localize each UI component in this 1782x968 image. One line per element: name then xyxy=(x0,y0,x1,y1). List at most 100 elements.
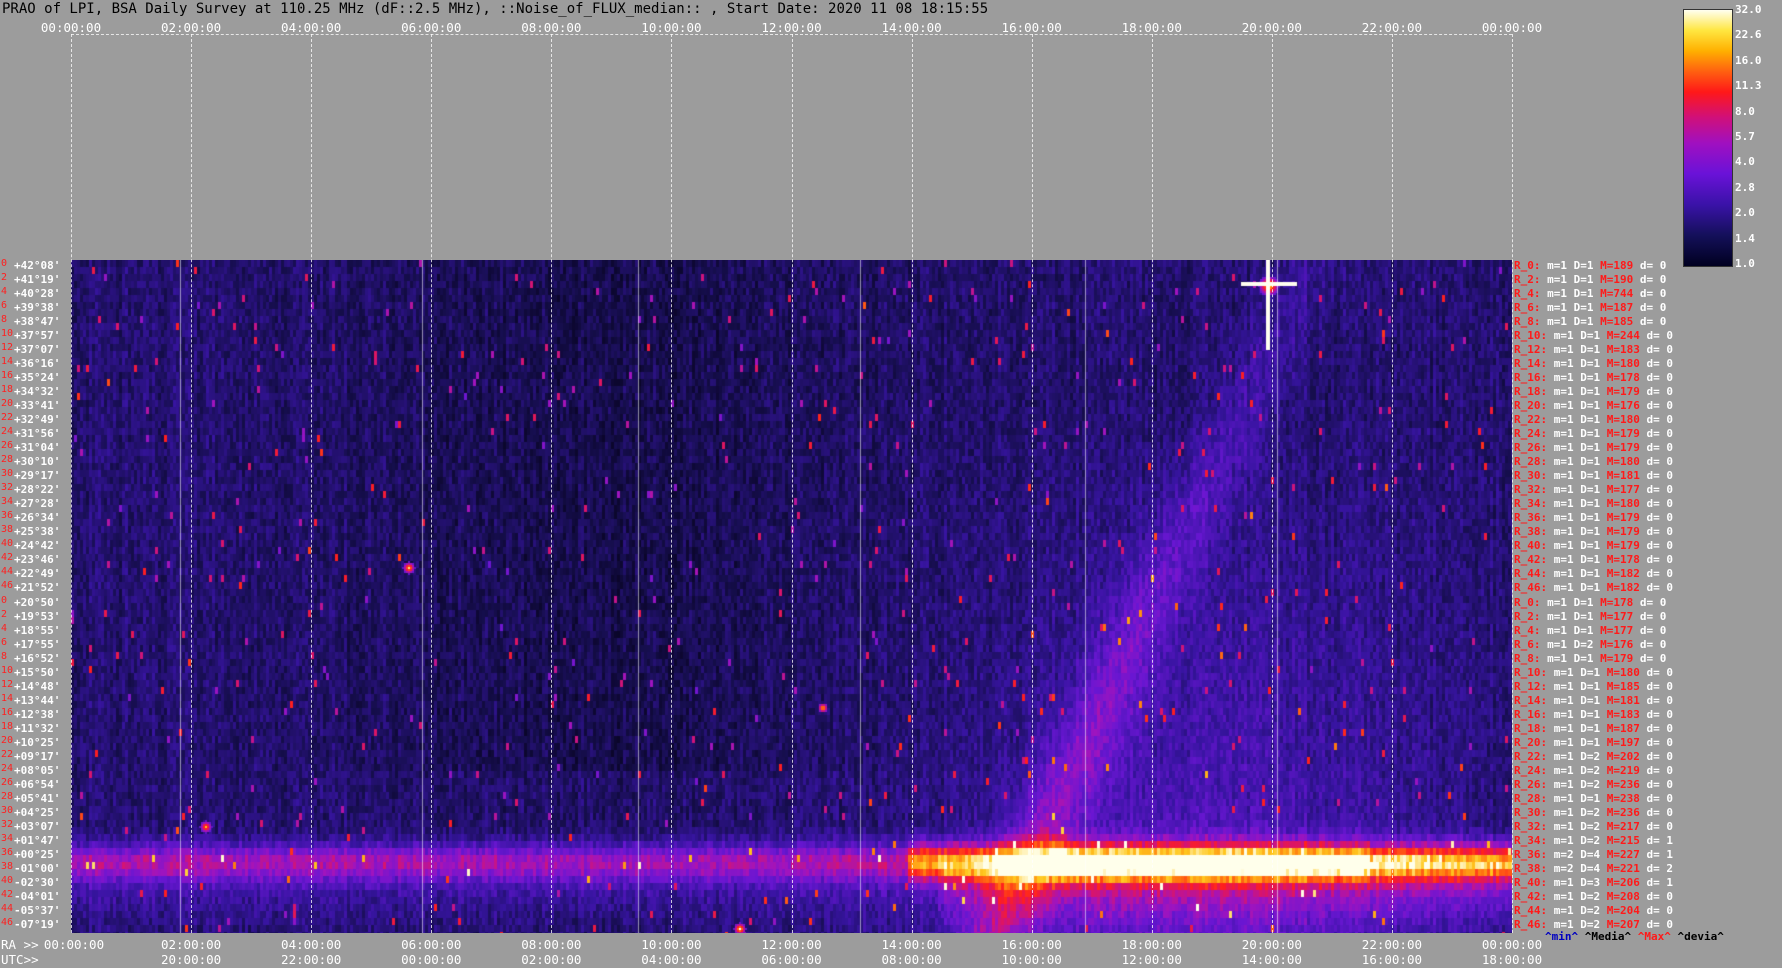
declination-label: +23°46' xyxy=(14,553,61,567)
row-stat-d: d= 0 xyxy=(1646,441,1674,455)
row-stat-d: d= 0 xyxy=(1646,679,1674,693)
row-stat-r: R_34: xyxy=(1514,497,1554,511)
row-stat-m: m=1 xyxy=(1547,637,1574,651)
row-stat-r: R_8: xyxy=(1514,651,1548,665)
row-stat-d: D=1 xyxy=(1580,665,1607,679)
color-scale-tick: 4.0 xyxy=(1735,155,1755,169)
beam-row-number: 0 xyxy=(1,258,8,269)
row-stat-m: M=215 xyxy=(1606,833,1647,847)
row-stat-d: D=1 xyxy=(1580,357,1607,371)
row-stat-d: d= 0 xyxy=(1646,539,1674,553)
row-stat-d: d= 0 xyxy=(1639,609,1667,623)
beam-row-number: 44 xyxy=(1,566,14,578)
row-stat-d: d= 0 xyxy=(1646,413,1674,427)
row-stat-line: R_16: m=1 D=1 M=183 d= 0 xyxy=(1514,709,1673,720)
top-axis-tick: 02:00:00 xyxy=(160,20,222,35)
row-stat-m: m=1 xyxy=(1553,903,1581,917)
beam-row-number: 2 xyxy=(1,608,8,620)
row-stat-line: R_34: m=1 D=1 M=180 d= 0 xyxy=(1514,498,1673,509)
ra-axis-tick: 00:00:00 xyxy=(1481,937,1543,952)
row-stat-r: R_20: xyxy=(1514,399,1554,413)
time-grid-line xyxy=(1271,34,1273,933)
declination-label: +26°34' xyxy=(14,511,61,525)
row-stat-r: R_12: xyxy=(1514,343,1554,357)
row-stat-d: d= 0 xyxy=(1646,553,1674,567)
row-stat-m: m=1 xyxy=(1553,469,1581,483)
beam-row-number: 0 xyxy=(1,594,8,606)
ra-axis-tick: 22:00:00 xyxy=(1361,937,1423,952)
row-stat-m: M=180 xyxy=(1606,497,1647,511)
row-stat-r: R_18: xyxy=(1514,721,1554,735)
beam-row-number: 4 xyxy=(1,622,8,634)
row-stat-d: D=2 xyxy=(1580,889,1607,903)
row-stat-r: R_28: xyxy=(1514,791,1554,805)
row-stat-d: D=1 xyxy=(1573,651,1601,665)
row-stat-m: m=1 xyxy=(1553,833,1581,847)
row-stat-d: D=1 xyxy=(1580,455,1607,469)
color-scale-tick: 2.8 xyxy=(1735,180,1755,194)
row-stat-line: R_6: m=1 D=1 M=187 d= 0 xyxy=(1514,302,1666,313)
row-stat-d: d= 0 xyxy=(1646,889,1674,903)
beam-row-number: 24 xyxy=(1,426,14,438)
row-stat-r: R_34: xyxy=(1514,833,1554,847)
row-stat-m: m=1 xyxy=(1553,763,1581,777)
row-stat-line: R_22: m=1 D=1 M=180 d= 0 xyxy=(1514,414,1673,425)
row-stat-d: D=1 xyxy=(1580,329,1607,343)
row-stat-line: R_42: m=1 D=2 M=208 d= 0 xyxy=(1514,891,1673,902)
upper-area-top-border xyxy=(71,34,1512,35)
row-stat-r: R_2: xyxy=(1514,273,1548,287)
ra-axis-tick: 12:00:00 xyxy=(761,937,822,952)
declination-label: +03°07' xyxy=(14,819,61,833)
row-stat-d: d= 0 xyxy=(1646,665,1674,679)
row-stat-m: m=1 xyxy=(1553,553,1581,567)
ra-axis-tick: 20:00:00 xyxy=(1241,937,1302,952)
row-stat-m: m=1 xyxy=(1553,511,1581,525)
row-stat-r: R_42: xyxy=(1514,889,1554,903)
beam-row-number: 38 xyxy=(1,524,14,536)
top-axis-tick: 14:00:00 xyxy=(881,20,942,35)
row-stat-m: m=1 xyxy=(1553,455,1581,469)
row-stat-line: R_32: m=1 D=1 M=177 d= 0 xyxy=(1514,484,1673,495)
row-stat-m: M=179 xyxy=(1606,427,1647,441)
row-stat-m: m=1 xyxy=(1553,889,1581,903)
row-stat-line: R_32: m=1 D=2 M=217 d= 0 xyxy=(1514,821,1673,832)
beam-row-number: 12 xyxy=(1,678,14,690)
beam-row-number: 4 xyxy=(1,286,8,298)
row-stat-d: d= 0 xyxy=(1639,595,1667,609)
color-scale-tick: 5.7 xyxy=(1735,130,1755,143)
declination-label: +36°16' xyxy=(14,357,61,371)
row-stat-line: R_18: m=1 D=1 M=187 d= 0 xyxy=(1514,723,1673,734)
row-stat-r: R_30: xyxy=(1514,805,1554,819)
row-stat-line: R_44: m=1 D=1 M=182 d= 0 xyxy=(1514,568,1673,579)
top-axis-tick: 22:00:00 xyxy=(1361,20,1423,35)
declination-label: +18°55' xyxy=(14,623,61,637)
row-stat-line: R_30: m=1 D=2 M=236 d= 0 xyxy=(1514,807,1673,818)
color-scale-tick: 22.6 xyxy=(1735,28,1762,42)
row-stat-d: d= 0 xyxy=(1639,637,1667,651)
legend-max: ^Max^ xyxy=(1637,930,1671,943)
row-stat-d: d= 0 xyxy=(1639,651,1667,665)
time-grid-line xyxy=(191,34,193,933)
row-stat-d: D=1 xyxy=(1580,693,1607,707)
row-stat-m: m=1 xyxy=(1547,273,1574,287)
row-stat-r: R_0: xyxy=(1514,595,1548,609)
row-stat-d: D=1 xyxy=(1580,553,1607,567)
beam-row-number: 36 xyxy=(1,510,14,522)
legend-media: ^Media^ xyxy=(1584,930,1632,943)
row-stat-r: R_24: xyxy=(1514,763,1554,777)
row-stat-line: R_12: m=1 D=1 M=185 d= 0 xyxy=(1514,681,1673,692)
beam-row-number: 10 xyxy=(1,664,14,676)
ra-axis-tick: 04:00:00 xyxy=(281,937,342,952)
row-stat-r: R_16: xyxy=(1514,371,1554,385)
row-stat-d: D=1 xyxy=(1573,273,1601,287)
declination-label: -01°00' xyxy=(14,861,61,875)
row-stat-m: m=1 xyxy=(1553,665,1581,679)
beam-row-number: 22 xyxy=(1,748,14,760)
row-stat-line: R_36: m=1 D=1 M=179 d= 0 xyxy=(1514,512,1673,523)
time-grid-line xyxy=(1151,34,1153,933)
row-stat-d: D=1 xyxy=(1580,497,1607,511)
row-stat-d: D=1 xyxy=(1580,567,1607,581)
declination-label: +01°47' xyxy=(14,833,61,847)
beam-row-number: 18 xyxy=(1,720,14,732)
top-axis-tick: 00:00:00 xyxy=(40,20,102,35)
